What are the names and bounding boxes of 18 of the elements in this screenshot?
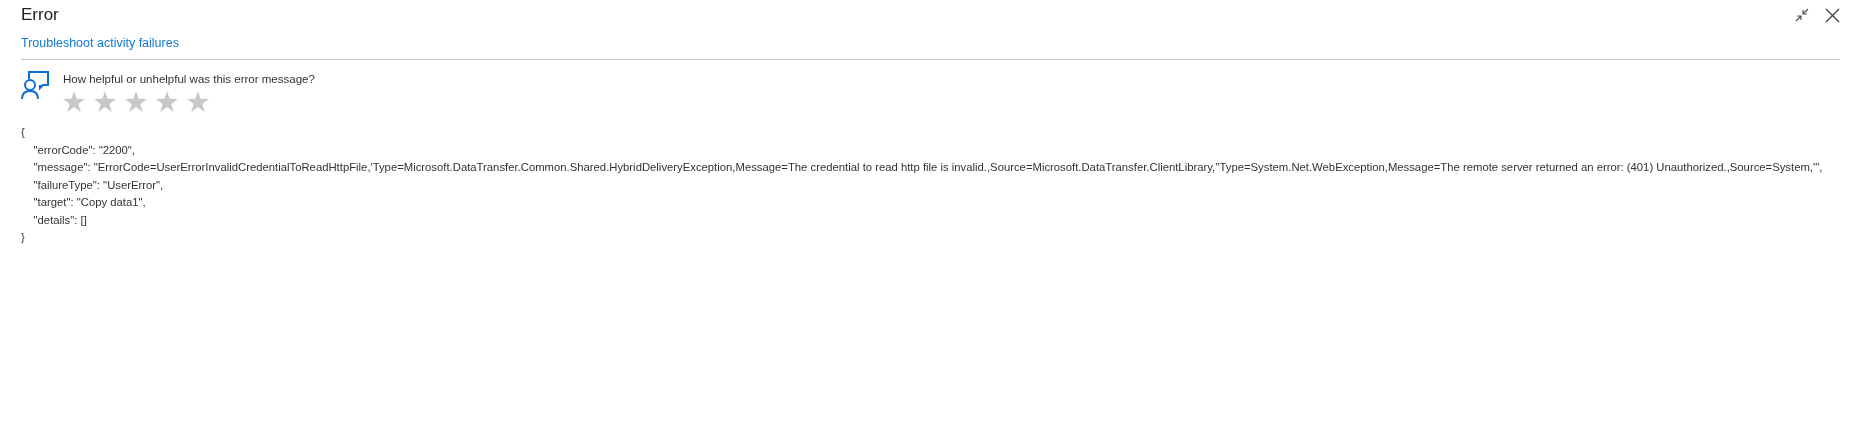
- panel-title: Error: [21, 5, 59, 25]
- json-line: "message": "ErrorCode=UserErrorInvalidCredentialToReadHttpFile,'Type=Microsoft.DataTransfer.Common.Shared.HybridDeliveryException,Message=The credential to read http file is invalid.,Source=Microsoft.DataTransfer.ClientLibrary,''Type=System.Net.WebException,Message=The remote server returned an error: (401) Unauthorized.,Source=System,'",: [32, 160, 1824, 175]
- close-icon[interactable]: [1825, 7, 1840, 23]
- star-icon[interactable]: [187, 91, 209, 112]
- json-line: {: [21, 125, 26, 140]
- star-icon[interactable]: [125, 91, 147, 112]
- feedback-question: How helpful or unhelpful was this error message?: [63, 73, 315, 85]
- star-icon[interactable]: [63, 91, 85, 112]
- star-icon[interactable]: [156, 91, 178, 112]
- json-line: "errorCode": "2200",: [32, 142, 136, 158]
- json-line: "details": []: [32, 212, 88, 228]
- json-line: }: [21, 230, 26, 245]
- json-line: "failureType": "UserError",: [32, 177, 165, 193]
- json-line: "target": "Copy data1",: [32, 195, 147, 210]
- minimize-icon[interactable]: [1795, 8, 1809, 22]
- troubleshoot-link[interactable]: Troubleshoot activity failures: [21, 36, 179, 50]
- feedback-person-icon: [21, 71, 49, 100]
- star-icon[interactable]: [94, 91, 116, 112]
